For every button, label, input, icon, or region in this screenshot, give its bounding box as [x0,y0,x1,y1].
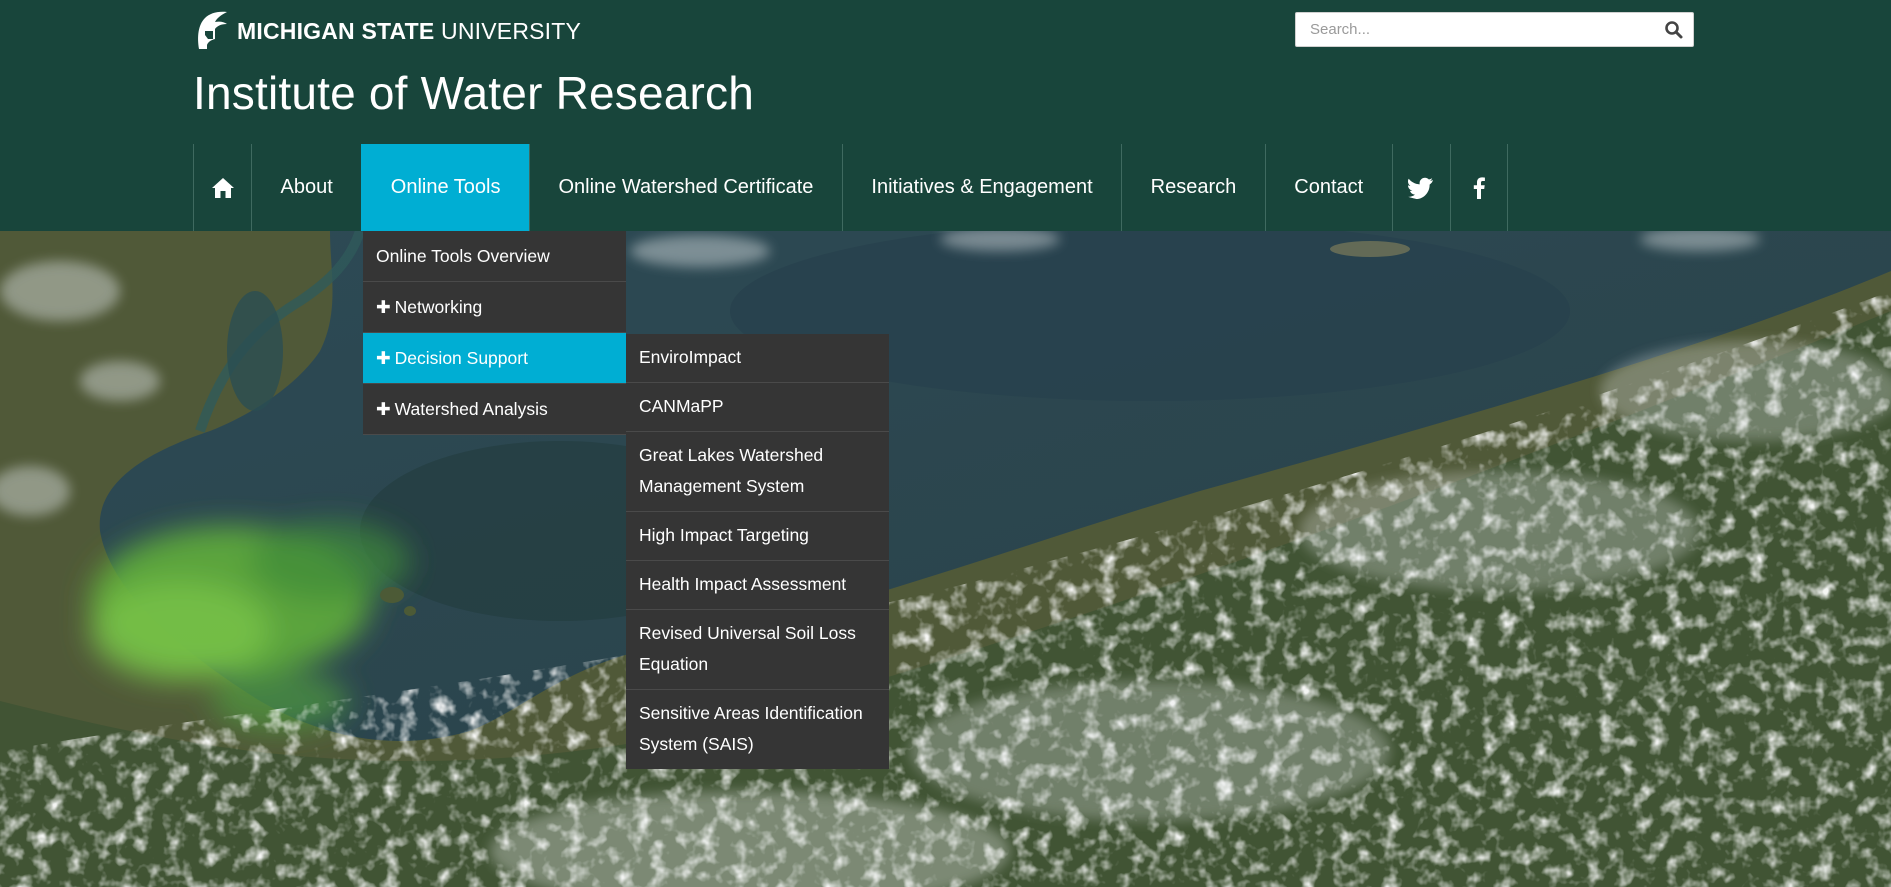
nav-online-tools[interactable]: Online Tools [361,144,529,231]
msu-wordmark-light: UNIVERSITY [434,17,582,44]
submenu-item-revised-universal-soil-loss-equation[interactable]: Revised Universal Soil Loss Equation [626,610,889,690]
submenu-item-health-impact-assessment[interactable]: Health Impact Assessment [626,561,889,610]
plus-icon: ✚ [376,297,391,317]
menu-item-label: Online Tools Overview [376,246,550,266]
nav-home[interactable] [193,144,251,231]
site-header: MICHIGAN STATE UNIVERSITY Institute of W… [0,0,1891,231]
submenu-item-canmapp[interactable]: CANMaPP [626,383,889,432]
spartan-helmet-icon [198,11,227,49]
facebook-icon [1473,176,1485,199]
decision-support-submenu: EnviroImpact CANMaPP Great Lakes Watersh… [626,334,889,769]
msu-logo[interactable]: MICHIGAN STATE UNIVERSITY [193,8,581,54]
menu-item-watershed-analysis[interactable]: ✚ Watershed Analysis [363,384,626,435]
msu-wordmark-bold: MICHIGAN STATE [237,17,435,44]
nav-online-watershed-certificate[interactable]: Online Watershed Certificate [528,144,842,231]
online-tools-dropdown: Online Tools Overview ✚ Networking ✚ Decis… [363,231,626,435]
menu-item-label: Decision Support [394,348,528,368]
search-icon[interactable] [1663,19,1685,41]
submenu-item-high-impact-targeting[interactable]: High Impact Targeting [626,512,889,561]
nav-about[interactable]: About [251,144,361,231]
twitter-icon [1408,177,1434,199]
nav-facebook[interactable] [1449,144,1508,231]
lake-erie-satellite-illustration [0,231,1891,887]
menu-item-networking[interactable]: ✚ Networking [363,282,626,333]
nav-initiatives-engagement[interactable]: Initiatives & Engagement [841,144,1121,231]
submenu-item-enviroimpact[interactable]: EnviroImpact [626,334,889,383]
nav-twitter[interactable] [1391,144,1450,231]
submenu-item-great-lakes-watershed-management-system[interactable]: Great Lakes Watershed Management System [626,432,889,512]
menu-item-online-tools-overview[interactable]: Online Tools Overview [363,231,626,282]
nav-research[interactable]: Research [1121,144,1265,231]
main-nav: About Online Tools Online Watershed Cert… [193,144,1508,231]
home-icon [211,177,234,198]
menu-item-label: Watershed Analysis [394,399,548,419]
hero-satellite-image [0,231,1891,887]
nav-contact[interactable]: Contact [1264,144,1392,231]
menu-item-decision-support[interactable]: ✚ Decision Support [363,333,626,384]
msu-wordmark: MICHIGAN STATE UNIVERSITY [237,18,581,45]
site-title[interactable]: Institute of Water Research [193,66,754,120]
plus-icon: ✚ [376,348,391,368]
search-input[interactable] [1296,13,1646,46]
menu-item-label: Networking [394,297,483,317]
search-box [1295,12,1694,47]
submenu-item-sensitive-areas-identification-system[interactable]: Sensitive Areas Identification System (S… [626,690,889,769]
plus-icon: ✚ [376,399,391,419]
